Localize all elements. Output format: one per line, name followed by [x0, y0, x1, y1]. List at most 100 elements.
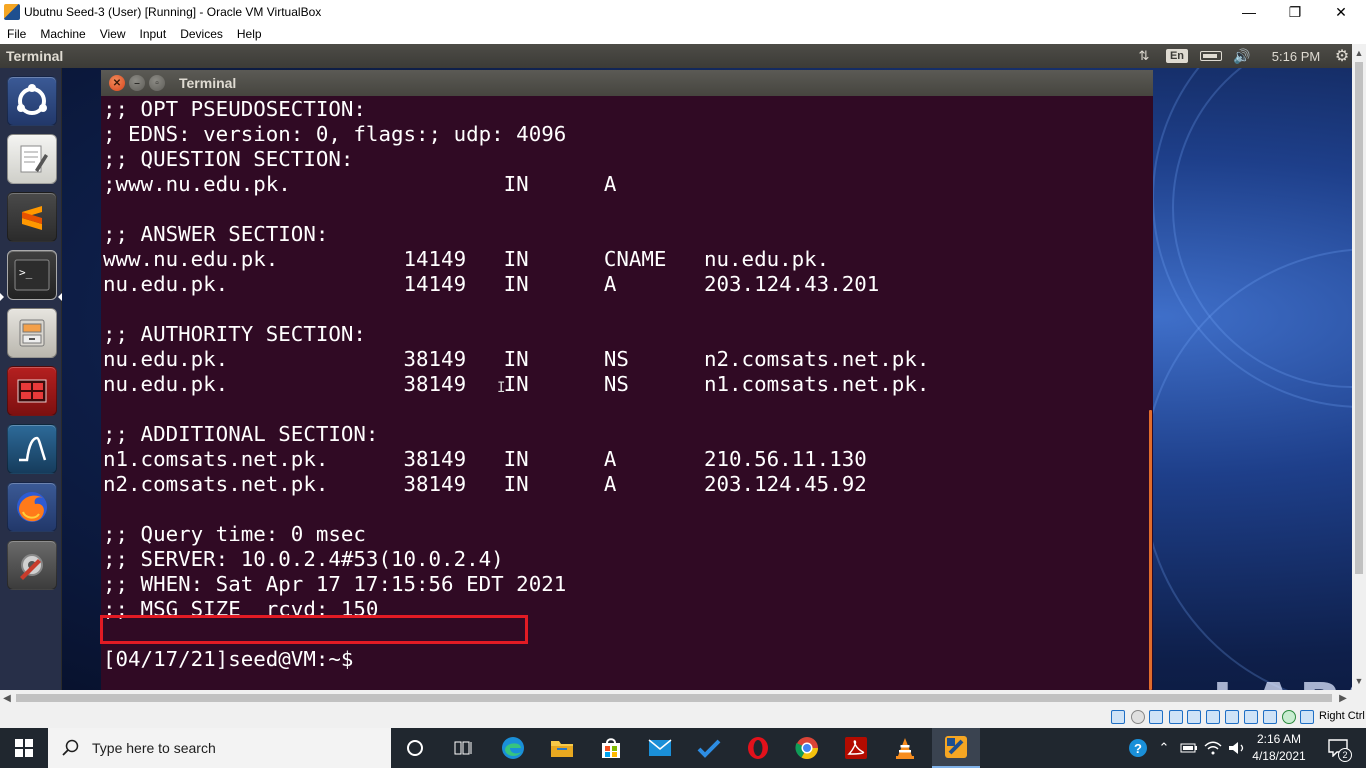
- opera-icon: [748, 737, 768, 759]
- terminal-prompt[interactable]: [04/17/21]seed@VM:~$: [101, 647, 1153, 672]
- recording-status-icon[interactable]: [1244, 710, 1258, 724]
- file-manager-launcher[interactable]: [7, 308, 57, 358]
- menu-devices[interactable]: Devices: [173, 27, 230, 41]
- terminal-line: ;; WHEN: Sat Apr 17 17:15:56 EDT 2021: [103, 572, 567, 596]
- search-placeholder: Type here to search: [92, 740, 216, 756]
- terminal-line: ;www.nu.edu.pk. IN A: [103, 172, 617, 196]
- terminal-close-button[interactable]: ✕: [109, 75, 125, 91]
- display-status-icon[interactable]: [1225, 710, 1239, 724]
- terminal-maximize-button[interactable]: ▫: [149, 75, 165, 91]
- terminal-launcher[interactable]: >_: [7, 250, 57, 300]
- restore-button[interactable]: ❐: [1272, 0, 1318, 24]
- menu-view[interactable]: View: [93, 27, 133, 41]
- wallpaper-logo-text: LABS: [1212, 672, 1352, 690]
- menu-input[interactable]: Input: [133, 27, 174, 41]
- taskbar-search-box[interactable]: Type here to search: [48, 728, 391, 768]
- system-gear-icon[interactable]: ⚙: [1332, 44, 1352, 68]
- ibeam-cursor-icon: I: [497, 380, 506, 396]
- scroll-left-arrow-icon[interactable]: ◀: [0, 690, 14, 706]
- system-settings-launcher[interactable]: [7, 540, 57, 590]
- vlc-cone-icon: [896, 738, 914, 759]
- terminal-window[interactable]: ✕ – ▫ Terminal ;; OPT PSEUDOSECTION: ; E…: [101, 70, 1153, 690]
- file-explorer-taskbar-button[interactable]: [538, 728, 586, 768]
- network-updown-icon[interactable]: ⇅: [1134, 44, 1154, 68]
- keyboard-capture-icon[interactable]: [1300, 710, 1314, 724]
- text-editor-icon: [20, 145, 48, 173]
- cortana-icon: [407, 740, 423, 756]
- hard-disk-status-icon[interactable]: [1111, 710, 1125, 724]
- audio-status-icon[interactable]: [1149, 710, 1163, 724]
- optical-drive-status-icon[interactable]: [1131, 710, 1145, 724]
- wifi-icon[interactable]: [1202, 728, 1224, 768]
- power-plug-icon[interactable]: [1178, 728, 1200, 768]
- panel-clock[interactable]: 5:16 PM: [1266, 44, 1326, 68]
- usb-status-icon[interactable]: [1187, 710, 1201, 724]
- volume-icon[interactable]: 🔊: [1232, 44, 1252, 68]
- network-status-icon[interactable]: [1169, 710, 1183, 724]
- show-hidden-icons-chevron-icon[interactable]: ⌃: [1154, 728, 1174, 768]
- menu-file[interactable]: File: [0, 27, 33, 41]
- firefox-launcher[interactable]: [7, 482, 57, 532]
- store-bag-icon: [602, 738, 620, 758]
- horizontal-scroll-thumb[interactable]: [16, 694, 1332, 702]
- terminal-scrollbar[interactable]: [1149, 410, 1152, 690]
- terminal-title: Terminal: [179, 75, 237, 91]
- screen: Ubutnu Seed-3 (User) [Running] - Oracle …: [0, 0, 1366, 768]
- speaker-icon[interactable]: [1226, 728, 1248, 768]
- taskbar-clock[interactable]: 2:16 AM 4/18/2021: [1252, 731, 1306, 765]
- terminal-line: nu.edu.pk. 14149 IN A 203.124.43.201: [103, 272, 880, 296]
- battery-icon[interactable]: [1198, 44, 1224, 68]
- mail-taskbar-button[interactable]: [636, 728, 684, 768]
- opera-taskbar-button[interactable]: [734, 728, 782, 768]
- task-view-button[interactable]: [440, 728, 488, 768]
- vbox-horizontal-scrollbar[interactable]: ◀ ▶: [0, 690, 1352, 706]
- terminal-output[interactable]: ;; OPT PSEUDOSECTION: ; EDNS: version: 0…: [101, 96, 1153, 690]
- folder-icon: [551, 741, 573, 757]
- menu-machine[interactable]: Machine: [33, 27, 92, 41]
- windows-taskbar: Type here to search ? ⌃ 2:16 AM 4/18/202…: [0, 728, 1366, 768]
- close-button[interactable]: ✕: [1318, 0, 1364, 24]
- menu-help[interactable]: Help: [230, 27, 269, 41]
- wireshark-launcher[interactable]: [7, 424, 57, 474]
- scroll-up-arrow-icon[interactable]: ▲: [1352, 46, 1366, 60]
- wallpaper-swirl: [1142, 248, 1352, 690]
- terminal-titlebar[interactable]: ✕ – ▫ Terminal: [101, 70, 1153, 96]
- edge-taskbar-button[interactable]: [489, 728, 537, 768]
- vm-display[interactable]: LABS Terminal ⇅ En 🔊 5:16 PM ⚙ >_: [0, 44, 1352, 690]
- keyboard-layout-indicator[interactable]: En: [1165, 44, 1189, 68]
- cpu-status-icon[interactable]: [1263, 710, 1277, 724]
- mouse-integration-icon[interactable]: [1282, 710, 1296, 724]
- acrobat-taskbar-button[interactable]: [832, 728, 880, 768]
- active-app-name: Terminal: [6, 48, 64, 64]
- virtualbox-app-icon: [4, 4, 20, 20]
- vbox-menubar: File Machine View Input Devices Help: [0, 24, 1366, 44]
- minimize-button[interactable]: —: [1226, 0, 1272, 24]
- text-editor-launcher[interactable]: [7, 134, 57, 184]
- vlc-taskbar-button[interactable]: [881, 728, 929, 768]
- dash-home-button[interactable]: [7, 76, 57, 126]
- virtualbox-taskbar-button[interactable]: [932, 728, 980, 768]
- action-center-button[interactable]: 2: [1318, 728, 1358, 768]
- store-taskbar-button[interactable]: [587, 728, 635, 768]
- firefox-icon: [17, 492, 47, 522]
- start-button[interactable]: [0, 728, 48, 768]
- vbox-vertical-scrollbar[interactable]: ▲ ▼: [1352, 44, 1366, 690]
- remote-desktop-launcher[interactable]: [7, 366, 57, 416]
- vertical-scroll-thumb[interactable]: [1355, 62, 1363, 574]
- mail-envelope-icon: [648, 739, 672, 756]
- remote-desktop-icon: [17, 379, 47, 403]
- help-question-icon[interactable]: ?: [1124, 728, 1152, 768]
- cortana-button[interactable]: [391, 728, 439, 768]
- terminal-line: n2.comsats.net.pk. 38149 IN A 203.124.45…: [103, 472, 867, 496]
- terminal-icon: >_: [14, 259, 50, 291]
- sublime-text-launcher[interactable]: [7, 192, 57, 242]
- todo-taskbar-button[interactable]: [685, 728, 733, 768]
- virtualbox-icon: [945, 736, 967, 758]
- shared-folders-status-icon[interactable]: [1206, 710, 1220, 724]
- terminal-line-server: ;; SERVER: 10.0.2.4#53(10.0.2.4): [103, 547, 504, 571]
- terminal-minimize-button[interactable]: –: [129, 75, 145, 91]
- scroll-right-arrow-icon[interactable]: ▶: [1336, 690, 1350, 706]
- scroll-down-arrow-icon[interactable]: ▼: [1352, 674, 1366, 688]
- chrome-taskbar-button[interactable]: [783, 728, 831, 768]
